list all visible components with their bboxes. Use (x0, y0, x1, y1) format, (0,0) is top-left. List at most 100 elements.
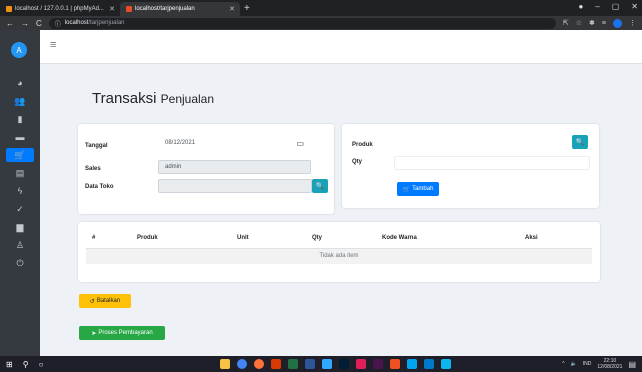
col-produk: Produk (131, 228, 231, 249)
notification-icon[interactable]: ▤ (628, 360, 636, 369)
cortana-icon[interactable]: ○ (39, 360, 44, 369)
list-icon[interactable]: ▬ (12, 130, 28, 144)
info-icon[interactable]: ⓘ (55, 19, 61, 28)
qty-input[interactable] (394, 156, 590, 170)
table-row: Tidak ada item (86, 248, 592, 264)
windows-start-icon[interactable]: ⊞ (6, 360, 13, 369)
tab-label: localhost / 127.0.0.1 | phpMyAd... (15, 6, 104, 12)
maximize-icon[interactable]: ▢ (612, 2, 620, 11)
batalkan-button[interactable]: ↺ Batalkan (79, 294, 131, 308)
avatar[interactable]: A (11, 42, 27, 58)
main-content: Transaksi Penjualan Tanggal 08/12/2021 ▭… (40, 64, 642, 356)
forward-icon[interactable]: → (21, 19, 29, 28)
search-icon[interactable]: ⚲ (23, 360, 29, 369)
clock[interactable]: 22:10 12/08/2021 (597, 358, 622, 370)
browser-extensions: ⇱ ☆ ✱ ≡ ⋮ (563, 18, 636, 28)
close-tab-icon[interactable]: ✕ (229, 5, 235, 13)
share-icon[interactable]: ⇱ (563, 19, 569, 27)
firefox-icon[interactable] (254, 359, 264, 369)
receipt-icon[interactable]: ▤ (12, 166, 28, 180)
window-controls: ● – ▢ ✕ (578, 2, 638, 11)
vscode-icon[interactable] (424, 359, 434, 369)
address-bar[interactable]: ⓘ localhost/tarjpenjualan (48, 17, 556, 29)
new-tab-button[interactable]: + (244, 2, 250, 16)
reload-icon[interactable]: C (36, 19, 42, 28)
users-icon[interactable]: 👥 (12, 94, 28, 108)
slack-icon[interactable] (373, 359, 383, 369)
cart-plus-icon: 🛒 (402, 186, 411, 193)
tab-label: localhost/tarjpenjualan (135, 6, 195, 12)
os-taskbar: ⊞ ⚲ ○ ^ 🔈 IND 22:10 12/08/2021 ▤ (0, 356, 642, 372)
tanggal-label: Tanggal (85, 143, 108, 149)
transaction-info-card: Tanggal 08/12/2021 ▭ Sales admin Data To… (78, 124, 334, 214)
tanggal-input[interactable]: 08/12/2021 ▭ (158, 136, 311, 150)
volume-icon[interactable]: 🔈 (571, 361, 577, 367)
close-window-icon[interactable]: ✕ (631, 2, 638, 11)
app-pin-icon[interactable] (356, 359, 366, 369)
app-header: ≡ (40, 30, 642, 64)
account-icon[interactable]: ● (578, 2, 583, 11)
word-icon[interactable] (305, 359, 315, 369)
hamburger-menu-icon[interactable]: ≡ (50, 39, 56, 51)
items-table-card: # Produk Unit Qty Kode Warna Aksi Tidak … (78, 222, 600, 282)
datatoko-input[interactable] (158, 179, 312, 193)
search-icon: 🔍 (575, 139, 585, 146)
page-title: Transaksi Penjualan (92, 90, 215, 107)
sidebar: A ◕ 👥 ▮ ▬ 🛒 ▤ ϟ ✓ ▆ ♙ ⏻ (0, 30, 40, 356)
browser-toolbar: ← → C ⓘ localhost/tarjpenjualan ⇱ ☆ ✱ ≡ … (0, 16, 642, 30)
photoshop-alt-icon[interactable] (339, 359, 349, 369)
close-tab-icon[interactable]: ✕ (109, 5, 115, 13)
col-aksi: Aksi (519, 228, 592, 249)
star-icon[interactable]: ☆ (576, 19, 582, 27)
extension-icon[interactable]: ✱ (589, 19, 595, 27)
office-icon[interactable] (271, 359, 281, 369)
produk-label: Produk (352, 142, 373, 148)
proses-pembayaran-button[interactable]: ➤ Proses Pembayaran (79, 326, 165, 340)
qty-label: Qty (352, 159, 363, 165)
col-kode-warna: Kode Warna (376, 228, 519, 249)
datatoko-label: Data Toko (85, 184, 114, 190)
url-host: localhost (64, 20, 89, 26)
browser-tab-phpmyadmin[interactable]: localhost / 127.0.0.1 | phpMyAd... ✕ (0, 2, 120, 16)
col-qty: Qty (306, 228, 376, 249)
empty-table-message: Tidak ada item (86, 248, 592, 264)
check-icon[interactable]: ✓ (12, 202, 28, 216)
box-icon[interactable]: ▮ (12, 112, 28, 126)
taskbar-apps (220, 359, 451, 369)
browser-tabbar: localhost / 127.0.0.1 | phpMyAd... ✕ loc… (0, 0, 642, 16)
col-unit: Unit (231, 228, 306, 249)
media-icon[interactable]: ≡ (602, 20, 606, 27)
browser-tab-tarjpenjualan[interactable]: localhost/tarjpenjualan ✕ (120, 2, 240, 16)
dashboard-icon[interactable]: ◕ (12, 76, 28, 90)
items-table: # Produk Unit Qty Kode Warna Aksi Tidak … (86, 228, 592, 264)
search-store-button[interactable]: 🔍 (312, 179, 328, 193)
app-icon[interactable] (390, 359, 400, 369)
language-indicator[interactable]: IND (583, 361, 592, 367)
store-icon[interactable] (407, 359, 417, 369)
chrome-icon[interactable] (237, 359, 247, 369)
file-explorer-icon[interactable] (220, 359, 230, 369)
back-icon[interactable]: ← (6, 19, 14, 28)
calendar-icon[interactable]: ▭ (296, 139, 304, 148)
search-icon: 🔍 (315, 183, 325, 190)
phpmyadmin-favicon-icon (6, 6, 12, 12)
photoshop-icon[interactable] (322, 359, 332, 369)
excel-icon[interactable] (288, 359, 298, 369)
power-icon[interactable]: ⏻ (12, 256, 28, 270)
produk-input[interactable] (394, 135, 572, 149)
tambah-button[interactable]: 🛒 Tambah (397, 182, 439, 196)
cart-icon[interactable]: 🛒 (6, 148, 34, 162)
menu-icon[interactable]: ⋮ (629, 19, 636, 27)
table-header-row: # Produk Unit Qty Kode Warna Aksi (86, 228, 592, 249)
product-entry-card: Produk 🔍 Qty 🛒 Tambah (342, 124, 599, 208)
taskbar-left: ⊞ ⚲ ○ (0, 360, 43, 369)
bolt-icon[interactable]: ϟ (12, 184, 28, 198)
search-product-button[interactable]: 🔍 (572, 135, 588, 149)
app-icon-2[interactable] (441, 359, 451, 369)
profile-icon[interactable] (613, 18, 622, 28)
user-icon[interactable]: ♙ (12, 238, 28, 252)
report-icon[interactable]: ▆ (12, 220, 28, 234)
minimize-icon[interactable]: – (595, 2, 599, 11)
chevron-up-icon[interactable]: ^ (562, 361, 564, 367)
undo-icon: ↺ (89, 298, 95, 305)
